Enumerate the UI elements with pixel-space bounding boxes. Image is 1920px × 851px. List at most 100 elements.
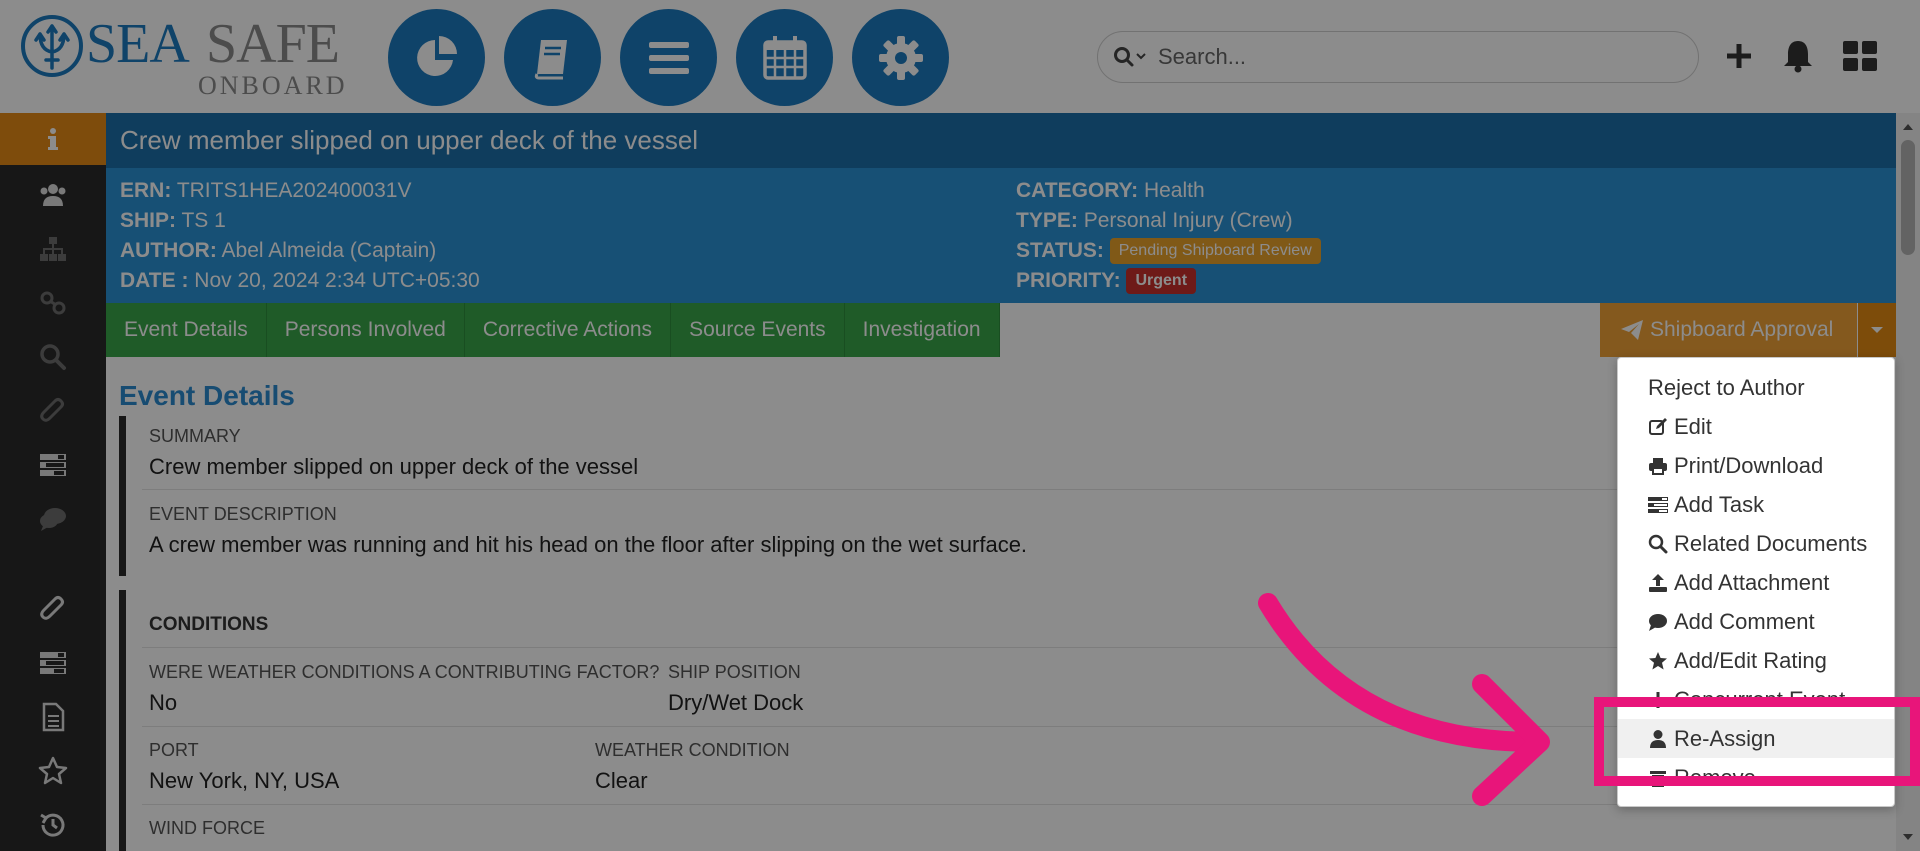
scrollbar-thumb[interactable]	[1901, 140, 1915, 255]
seasafe-logo[interactable]: SEA SAFE ONBOARD	[20, 10, 350, 100]
menu-item-add-comment[interactable]: Add Comment	[1618, 602, 1894, 641]
search-input[interactable]	[1158, 44, 1678, 70]
status-row: STATUS: Pending Shipboard Review	[1016, 236, 1321, 266]
tab-event-details[interactable]: Event Details	[106, 303, 267, 357]
tab-persons-involved[interactable]: Persons Involved	[266, 303, 465, 357]
add-button[interactable]	[1719, 36, 1759, 76]
sidebar-item-links[interactable]	[0, 277, 106, 329]
search-icon	[40, 344, 66, 370]
weather-factor-label: WERE WEATHER CONDITIONS A CONTRIBUTING F…	[149, 662, 660, 682]
sidebar-item-tasks-2[interactable]	[0, 637, 106, 689]
shipboard-approval-button[interactable]: Shipboard Approval	[1600, 303, 1857, 357]
ern-value: TRITS1HEA202400031V	[176, 179, 412, 202]
comment-icon	[1648, 612, 1668, 632]
divider	[142, 726, 1622, 727]
pie-chart-icon	[416, 35, 457, 76]
paperclip-icon	[40, 398, 64, 422]
scroll-down-arrow-icon	[1903, 834, 1913, 840]
search-icon[interactable]	[1112, 45, 1152, 69]
edit-icon	[1648, 417, 1668, 437]
comment-icon	[40, 508, 66, 531]
tab-source-events[interactable]: Source Events	[671, 303, 845, 357]
ship-row: SHIP: TS 1	[120, 206, 480, 236]
info-icon	[48, 128, 58, 150]
print-icon	[1648, 456, 1668, 476]
event-meta-right: CATEGORY: Health TYPE: Personal Injury (…	[1016, 176, 1321, 296]
link-icon	[40, 291, 66, 315]
tasks-icon	[40, 454, 66, 476]
menu-item-label: Add Comment	[1674, 608, 1815, 634]
weather-condition-value: Clear	[595, 768, 648, 793]
sidebar-item-comments[interactable]	[0, 493, 106, 545]
menu-nav-button[interactable]	[620, 9, 717, 106]
dashboard-nav-button[interactable]	[388, 9, 485, 106]
menu-item-reject-to-author[interactable]: Reject to Author	[1618, 368, 1894, 407]
search-bar[interactable]	[1097, 31, 1699, 83]
menu-item-add-attachment[interactable]: Add Attachment	[1618, 563, 1894, 602]
book-icon	[534, 39, 567, 79]
menu-item-add-edit-rating[interactable]: Add/Edit Rating	[1618, 641, 1894, 680]
ern-label: ERN:	[120, 179, 172, 202]
ship-position-label: SHIP POSITION	[668, 662, 801, 682]
sidebar-item-attachments[interactable]	[0, 385, 106, 437]
left-sidebar	[0, 113, 106, 851]
sidebar-item-rating[interactable]	[0, 745, 106, 797]
logo-text-onboard: ONBOARD	[198, 71, 348, 100]
apps-grid-button[interactable]	[1840, 36, 1880, 76]
sidebar-item-tasks[interactable]	[0, 439, 106, 491]
sidebar-item-search[interactable]	[0, 331, 106, 383]
type-row: TYPE: Personal Injury (Crew)	[1016, 206, 1321, 236]
category-value: Health	[1143, 179, 1205, 202]
documents-nav-button[interactable]	[504, 9, 601, 106]
ship-label: SHIP:	[120, 209, 177, 232]
sidebar-item-hierarchy[interactable]	[0, 223, 106, 275]
ship-value: TS 1	[181, 209, 226, 232]
status-label: STATUS:	[1016, 239, 1104, 262]
ern-row: ERN: TRITS1HEA202400031V	[120, 176, 480, 206]
category-row: CATEGORY: Health	[1016, 176, 1321, 206]
priority-label: PRIORITY:	[1016, 269, 1121, 292]
logo-text-safe: SAFE	[206, 13, 340, 75]
summary-card: SUMMARY Crew member slipped on upper dec…	[119, 416, 1622, 576]
menu-item-related-documents[interactable]: Related Documents	[1618, 524, 1894, 563]
calendar-nav-button[interactable]	[736, 9, 833, 106]
sidebar-item-info[interactable]	[0, 113, 106, 165]
description-value: A crew member was running and hit his he…	[149, 532, 1028, 557]
top-navbar: SEA SAFE ONBOARD	[0, 0, 1920, 113]
sidebar-item-persons[interactable]	[0, 169, 106, 221]
caret-down-icon	[1871, 327, 1883, 333]
conditions-title: CONDITIONS	[149, 614, 269, 635]
menu-item-edit[interactable]: Edit	[1618, 407, 1894, 446]
priority-row: PRIORITY: Urgent	[1016, 266, 1321, 296]
conditions-card: CONDITIONS WERE WEATHER CONDITIONS A CON…	[119, 590, 1622, 851]
event-metadata: ERN: TRITS1HEA202400031V SHIP: TS 1 AUTH…	[106, 168, 1896, 303]
date-label: DATE :	[120, 269, 189, 292]
bell-icon	[1784, 41, 1812, 73]
sidebar-item-attachments-2[interactable]	[0, 583, 106, 635]
menu-item-print-download[interactable]: Print/Download	[1618, 446, 1894, 485]
port-label: PORT	[149, 740, 199, 760]
notifications-button[interactable]	[1778, 36, 1818, 76]
weather-condition-label: WEATHER CONDITION	[595, 740, 790, 760]
type-label: TYPE:	[1016, 209, 1078, 232]
users-icon	[40, 184, 66, 206]
annotation-highlight-box	[1594, 697, 1920, 786]
date-value: Nov 20, 2024 2:34 UTC+05:30	[194, 269, 480, 292]
star-icon	[1648, 651, 1668, 671]
sidebar-item-history[interactable]	[0, 799, 106, 851]
divider	[142, 804, 1622, 805]
menu-item-label: Reject to Author	[1648, 374, 1805, 400]
settings-nav-button[interactable]	[852, 9, 949, 106]
sidebar-item-documents[interactable]	[0, 691, 106, 743]
menu-item-label: Add Attachment	[1674, 569, 1830, 595]
menu-item-label: Edit	[1674, 413, 1712, 439]
menu-item-add-task[interactable]: Add Task	[1618, 485, 1894, 524]
event-meta-left: ERN: TRITS1HEA202400031V SHIP: TS 1 AUTH…	[120, 176, 480, 296]
menu-item-label: Related Documents	[1674, 530, 1868, 556]
type-value: Personal Injury (Crew)	[1083, 209, 1293, 232]
approval-dropdown-toggle[interactable]	[1858, 303, 1896, 357]
tab-corrective-actions[interactable]: Corrective Actions	[464, 303, 672, 357]
document-icon	[42, 702, 65, 732]
tab-investigation[interactable]: Investigation	[844, 303, 1000, 357]
menu-item-label: Add/Edit Rating	[1674, 647, 1827, 673]
